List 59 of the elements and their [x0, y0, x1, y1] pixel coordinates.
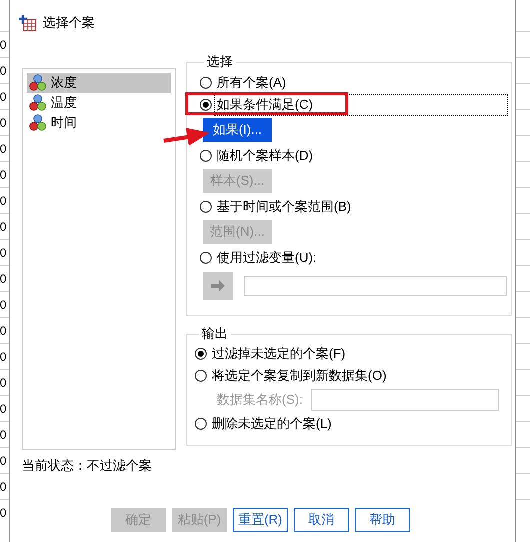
- option-label[interactable]: 过滤掉未选定的个案(F): [210, 344, 348, 364]
- spreadsheet-cell: 0: [0, 343, 9, 369]
- group-title: 选择: [206, 53, 234, 71]
- variable-item[interactable]: 温度: [27, 93, 171, 113]
- variable-item[interactable]: 时间: [27, 113, 171, 133]
- nominal-variable-icon: [29, 94, 47, 112]
- variable-name: 浓度: [51, 74, 77, 92]
- dialog-button[interactable]: 重置(R): [233, 508, 288, 532]
- spreadsheet-cell: 0: [0, 499, 9, 525]
- option-label[interactable]: 所有个案(A): [215, 73, 288, 93]
- spreadsheet-cell: 0: [0, 57, 9, 83]
- spreadsheet-cell: 0: [0, 31, 9, 57]
- option-label[interactable]: 使用过滤变量(U):: [215, 248, 319, 268]
- spreadsheet-cell: 0: [0, 395, 9, 421]
- option-label[interactable]: 随机个案样本(D): [215, 146, 316, 166]
- option-label[interactable]: 删除未选定的个案(L): [210, 414, 334, 434]
- status-text: 当前状态：不过滤个案: [22, 458, 153, 474]
- variable-list[interactable]: 浓度 温度 时间: [22, 68, 176, 450]
- radio-button[interactable]: [200, 99, 212, 111]
- radio-button[interactable]: [200, 201, 212, 213]
- radio-button[interactable]: [195, 348, 207, 360]
- spreadsheet-cell: 0: [0, 239, 9, 265]
- variable-item[interactable]: 浓度: [27, 73, 171, 93]
- spreadsheet-cell: 0: [0, 135, 9, 161]
- radio-button[interactable]: [200, 150, 212, 162]
- window-title: 选择个案: [43, 14, 95, 32]
- spreadsheet-cell: 0: [0, 265, 9, 291]
- option-label[interactable]: 基于时间或个案范围(B): [215, 197, 354, 217]
- radio-button[interactable]: [195, 370, 207, 382]
- spreadsheet-cell: 0: [0, 187, 9, 213]
- filter-variable-field[interactable]: [244, 276, 507, 296]
- spreadsheet-cell: 0: [0, 473, 9, 499]
- arrow-icon: [210, 279, 226, 293]
- dataset-name-field[interactable]: [310, 389, 499, 411]
- option-label[interactable]: 将选定个案复制到新数据集(O): [210, 366, 389, 386]
- nominal-variable-icon: [29, 114, 47, 132]
- condition-button[interactable]: 如果(I)...: [203, 118, 272, 142]
- spreadsheet-cell: 0: [0, 161, 9, 187]
- radio-button[interactable]: [195, 418, 207, 430]
- variable-name: 时间: [51, 114, 77, 132]
- spreadsheet-cell: 0: [0, 109, 9, 135]
- spreadsheet-cell: 0: [0, 83, 9, 109]
- nominal-variable-icon: [29, 74, 47, 92]
- spreadsheet-cell: 0: [0, 317, 9, 343]
- radio-button[interactable]: [200, 77, 212, 89]
- spreadsheet-icon: [19, 14, 37, 32]
- spreadsheet-cell: 0: [0, 369, 9, 395]
- variable-name: 温度: [51, 94, 77, 112]
- dialog-button[interactable]: 取消: [294, 508, 349, 532]
- annotation-arrow: [164, 128, 210, 146]
- spreadsheet-cell: 0: [0, 213, 9, 239]
- spreadsheet-cell: 0: [0, 447, 9, 473]
- spreadsheet-cell: 0: [0, 421, 9, 447]
- spreadsheet-cell: 0: [0, 291, 9, 317]
- dataset-name-label: 数据集名称(S):: [217, 391, 303, 409]
- option-label[interactable]: 如果条件满足(C): [215, 95, 507, 115]
- dialog-button[interactable]: 帮助: [355, 508, 410, 532]
- group-title: 输出: [201, 325, 229, 343]
- radio-button[interactable]: [200, 252, 212, 264]
